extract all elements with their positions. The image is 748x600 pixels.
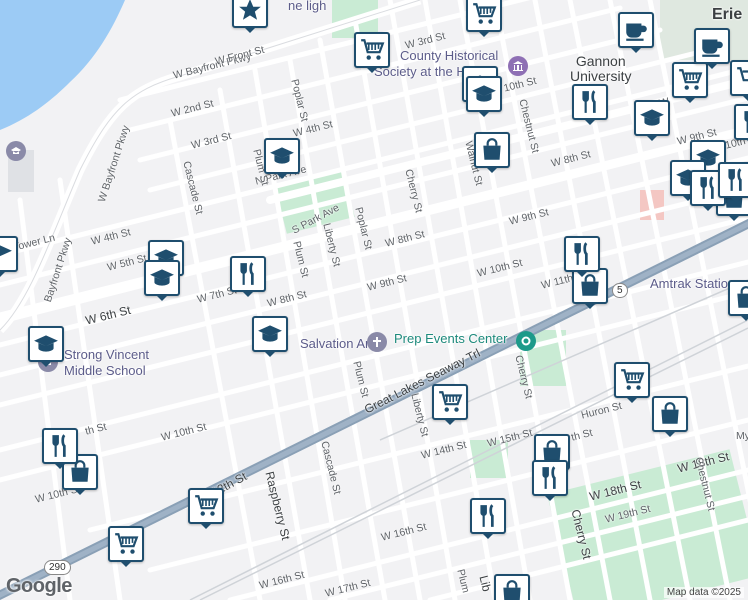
shopping-cart-icon (679, 69, 703, 90)
graduation-cap-icon (258, 325, 282, 342)
city-label: Erie (712, 6, 743, 23)
school-marker[interactable] (28, 326, 64, 367)
graduation-cap-icon (150, 269, 174, 286)
school-marker[interactable] (634, 100, 670, 141)
grocery-marker[interactable] (672, 62, 708, 103)
graduation-cap-icon (640, 109, 664, 126)
grocery-marker[interactable] (466, 0, 502, 37)
highway-shield-5: 5 (612, 283, 628, 298)
fork-knife-icon (744, 111, 748, 133)
poi-label-amtrak: Amtrak Station (650, 276, 736, 291)
cafe-marker[interactable] (618, 12, 654, 53)
cafe-marker[interactable] (694, 28, 730, 69)
shopping-bag-icon (503, 580, 521, 600)
cross-icon[interactable] (367, 332, 387, 352)
shopping-bag-icon (483, 138, 501, 160)
fork-knife-icon (480, 504, 494, 527)
university-label-line2: University (570, 68, 632, 84)
fork-knife-icon (240, 262, 254, 285)
grocery-marker[interactable] (188, 488, 224, 529)
grocery-marker[interactable] (614, 362, 650, 403)
store-marker[interactable] (474, 132, 510, 173)
graduation-cap-icon (34, 335, 58, 352)
map-canvas[interactable]: Erie Gannon University County Historical… (0, 0, 748, 600)
graduation-cap-icon (472, 85, 496, 102)
edge-marker[interactable] (730, 60, 748, 101)
poi-label-strong-vincent-1: Strong Vincent (64, 347, 150, 362)
restaurant-marker[interactable] (718, 162, 748, 203)
edge-marker[interactable] (0, 236, 18, 277)
shopping-cart-icon (439, 391, 463, 412)
fork-knife-icon (542, 466, 556, 489)
school-marker[interactable] (264, 138, 300, 179)
coffee-cup-icon (702, 39, 723, 57)
poi-label-prep-events: Prep Events Center (394, 331, 508, 346)
grocery-marker[interactable] (108, 526, 144, 567)
shopping-bag-icon (661, 402, 679, 424)
school-marker[interactable] (466, 76, 502, 117)
shopping-cart-icon (195, 495, 219, 516)
shopping-cart-icon (621, 369, 645, 390)
grocery-marker[interactable] (354, 32, 390, 73)
poi-label-strong-vincent-2: Middle School (64, 363, 146, 378)
restaurant-marker[interactable] (42, 428, 78, 469)
shopping-cart-icon (361, 39, 385, 60)
shopping-cart-icon (115, 533, 139, 554)
highway-shield-290: 290 (44, 560, 71, 575)
fork-knife-icon (574, 242, 588, 265)
museum-icon[interactable] (508, 56, 528, 76)
school-marker[interactable] (252, 316, 288, 357)
graduation-cap-icon (0, 245, 12, 257)
street-my-partial: My (736, 430, 748, 442)
google-logo: Google (6, 575, 72, 597)
store-marker[interactable] (494, 574, 530, 600)
restaurant-marker[interactable] (572, 84, 608, 125)
grocery-marker[interactable] (432, 384, 468, 425)
university-label: Gannon University (570, 54, 631, 84)
graduation-cap-icon (270, 147, 294, 164)
poi-label-county-historical: County Historical (400, 48, 499, 63)
restaurant-marker[interactable] (470, 498, 506, 539)
restaurant-marker[interactable] (734, 104, 748, 145)
attraction-marker[interactable] (232, 0, 268, 33)
store-marker[interactable] (652, 396, 688, 437)
university-label-line1: Gannon (575, 53, 626, 69)
map-attribution: Map data ©2025 (663, 587, 744, 598)
poi-label-top-partial: ne ligh (288, 0, 327, 13)
restaurant-marker[interactable] (532, 460, 568, 501)
store-marker[interactable] (728, 280, 748, 321)
shopping-cart-icon (473, 3, 497, 24)
restaurant-marker[interactable] (230, 256, 266, 297)
school-dot-icon[interactable] (6, 141, 26, 161)
fork-knife-icon (52, 434, 66, 457)
shopping-cart-icon (737, 67, 748, 82)
fork-knife-icon (582, 90, 596, 113)
coffee-cup-icon (626, 23, 647, 41)
fork-knife-icon (728, 168, 742, 191)
restaurant-marker[interactable] (564, 236, 600, 277)
star-icon (239, 0, 261, 20)
shopping-bag-icon (737, 286, 748, 308)
school-marker[interactable] (144, 260, 180, 301)
stadium-icon[interactable] (516, 331, 536, 351)
